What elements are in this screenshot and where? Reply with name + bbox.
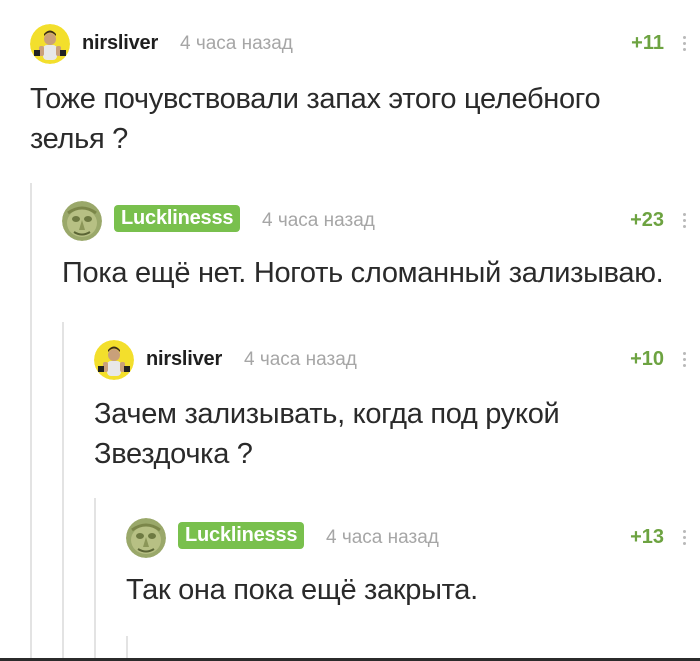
comment-text-line: Пока ещё нет. Ноготь сломанный зализываю… bbox=[62, 257, 664, 289]
avatar[interactable] bbox=[30, 24, 70, 64]
rating: +11 bbox=[631, 32, 664, 54]
comment-text: Зачем зализывать, когда под рукой Звездо… bbox=[94, 394, 560, 474]
username[interactable]: nirsliver bbox=[82, 32, 158, 55]
avatar[interactable] bbox=[94, 340, 134, 380]
more-options-icon[interactable] bbox=[678, 346, 692, 374]
rating: +23 bbox=[630, 209, 664, 231]
comment-text-line: Звездочка ? bbox=[94, 438, 253, 470]
avatar-nirsliver-icon bbox=[30, 24, 70, 64]
avatar[interactable] bbox=[126, 518, 166, 558]
comment-text: Так она пока ещё закрыта. bbox=[126, 570, 478, 610]
avatar-nirsliver-icon bbox=[94, 340, 134, 380]
comment-header: nirsliver 4 часа назад +10 bbox=[94, 340, 700, 380]
comment: Lucklinesss 4 часа назад +23 Пока ещё не… bbox=[62, 201, 700, 301]
thread-line bbox=[30, 183, 32, 661]
username[interactable]: nirsliver bbox=[146, 348, 222, 371]
comment-text: Пока ещё нет. Ноготь сломанный зализываю… bbox=[62, 253, 664, 293]
more-options-icon[interactable] bbox=[678, 524, 692, 552]
more-options-icon[interactable] bbox=[678, 30, 692, 58]
comment-time: 4 часа назад bbox=[244, 349, 357, 370]
comment-text: Тоже почувствовали запах этого целебного… bbox=[30, 79, 601, 159]
thread-line bbox=[94, 498, 96, 661]
comment-header: Lucklinesss 4 часа назад +13 bbox=[126, 518, 700, 558]
username[interactable]: Lucklinesss bbox=[114, 205, 241, 232]
comment-header: Lucklinesss 4 часа назад +23 bbox=[62, 201, 700, 241]
more-options-icon[interactable] bbox=[678, 207, 692, 235]
comment: nirsliver 4 часа назад +11 Тоже почувств… bbox=[30, 24, 700, 164]
avatar[interactable] bbox=[62, 201, 102, 241]
comment-text-line: Тоже почувствовали запах этого целебного bbox=[30, 83, 601, 115]
comment: Lucklinesss 4 часа назад +13 Так она пок… bbox=[126, 518, 700, 618]
rating: +13 bbox=[630, 526, 664, 548]
avatar-lucklinesss-icon bbox=[62, 201, 102, 241]
comment-header: nirsliver 4 часа назад +11 bbox=[30, 24, 700, 64]
comment: nirsliver 4 часа назад +10 Зачем зализыв… bbox=[94, 340, 700, 480]
rating: +10 bbox=[630, 348, 664, 370]
username[interactable]: Lucklinesss bbox=[178, 522, 305, 549]
comment-time: 4 часа назад bbox=[326, 527, 439, 548]
comment-time: 4 часа назад bbox=[262, 210, 375, 231]
comment-time: 4 часа назад bbox=[180, 33, 293, 54]
avatar-lucklinesss-icon bbox=[126, 518, 166, 558]
comment-text-line: Так она пока ещё закрыта. bbox=[126, 574, 478, 606]
comment-text-line: зелья ? bbox=[30, 123, 128, 155]
comment-text-line: Зачем зализывать, когда под рукой bbox=[94, 398, 560, 430]
thread-line bbox=[62, 322, 64, 661]
